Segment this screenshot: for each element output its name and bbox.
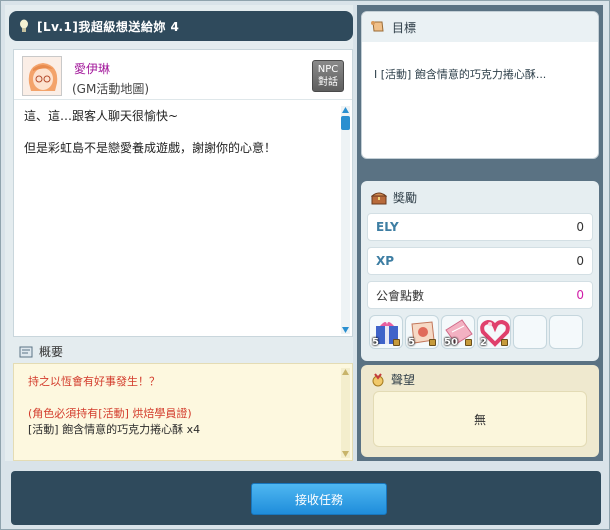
reward-item-slot[interactable]: 2 xyxy=(477,315,511,349)
document-icon xyxy=(19,346,33,357)
reward-item-slot[interactable]: 50 xyxy=(441,315,475,349)
fame-panel: 聲望 無 xyxy=(361,365,599,457)
goal-item[interactable]: I [活動] 飽含情意的巧克力捲心酥... xyxy=(374,66,546,82)
npc-talk-button[interactable]: NPC 對話 xyxy=(312,60,344,92)
scroll-up-icon[interactable] xyxy=(342,369,349,375)
medal-icon xyxy=(372,372,384,386)
empty-slot xyxy=(549,315,583,349)
summary-scrollbar[interactable] xyxy=(341,368,350,458)
reward-items: 5 5 50 2 xyxy=(369,315,583,349)
reward-item-slot[interactable]: 5 xyxy=(405,315,439,349)
npc-header: 愛伊琳 (GM活動地圖) NPC 對話 xyxy=(14,50,352,100)
summary-line: [活動] 飽含情意的巧克力捲心酥 x4 xyxy=(28,423,201,436)
lock-icon xyxy=(393,339,400,346)
treasure-chest-icon xyxy=(371,192,387,204)
left-panel: [Lv.1]我超級想送給妳 4 愛伊琳 (GM活動地圖) NPC 對話 這、這…… xyxy=(5,5,353,461)
goal-panel: 目標 I [活動] 飽含情意的巧克力捲心酥... xyxy=(361,11,599,159)
scroll-up-icon[interactable] xyxy=(342,107,349,113)
dialogue-line: 但是彩虹島不是戀愛養成遊戲，謝謝你的心意！ xyxy=(24,141,277,155)
summary-line: (角色必須持有[活動] 烘焙學員證) xyxy=(28,407,192,420)
scroll-down-icon[interactable] xyxy=(342,327,349,333)
summary-header: 概要 xyxy=(19,343,63,360)
reward-row-ely: ELY 0 xyxy=(367,213,593,241)
reward-panel: 獎勵 ELY 0 XP 0 公會點數 0 5 5 50 2 xyxy=(361,181,599,361)
quest-window: [Lv.1]我超級想送給妳 4 愛伊琳 (GM活動地圖) NPC 對話 這、這…… xyxy=(0,0,610,530)
scroll-icon xyxy=(371,21,384,32)
goal-header: 目標 xyxy=(362,12,598,42)
npc-dialogue: 這、這…跟客人聊天很愉快~ 但是彩虹島不是戀愛養成遊戲，謝謝你的心意！ xyxy=(24,108,334,172)
reward-header: 獎勵 xyxy=(371,189,417,206)
npc-name: 愛伊琳 xyxy=(74,62,111,76)
lightbulb-icon xyxy=(20,19,28,32)
scroll-thumb[interactable] xyxy=(341,116,350,130)
accept-quest-button[interactable]: 接收任務 xyxy=(251,483,387,515)
fame-header: 聲望 xyxy=(371,371,415,388)
quest-title-bar: [Lv.1]我超級想送給妳 4 xyxy=(9,11,353,41)
npc-location: (GM活動地圖) xyxy=(72,82,150,96)
reward-item-slot[interactable]: 5 xyxy=(369,315,403,349)
npc-avatar xyxy=(22,56,62,96)
lock-icon xyxy=(501,339,508,346)
dialogue-line: 這、這…跟客人聊天很愉快~ xyxy=(24,109,179,123)
summary-line: 持之以恆會有好事發生！？ xyxy=(28,375,160,388)
right-panel: 目標 I [活動] 飽含情意的巧克力捲心酥... 獎勵 ELY 0 XP 0 公… xyxy=(357,5,603,461)
summary-line xyxy=(28,390,200,406)
summary-panel: 持之以恆會有好事發生！？ (角色必須持有[活動] 烘焙學員證) [活動] 飽含情… xyxy=(13,363,353,461)
reward-row-xp: XP 0 xyxy=(367,247,593,275)
action-bar: 接收任務 xyxy=(11,471,601,525)
quest-title: [Lv.1]我超級想送給妳 4 xyxy=(37,19,180,34)
lock-icon xyxy=(465,339,472,346)
npc-dialog-panel: 愛伊琳 (GM活動地圖) NPC 對話 這、這…跟客人聊天很愉快~ 但是彩虹島不… xyxy=(13,49,353,337)
dialog-scrollbar[interactable] xyxy=(341,106,350,334)
fame-value: 無 xyxy=(373,391,587,447)
reward-row-guild-points: 公會點數 0 xyxy=(367,281,593,309)
scroll-down-icon[interactable] xyxy=(342,451,349,457)
lock-icon xyxy=(429,339,436,346)
empty-slot xyxy=(513,315,547,349)
